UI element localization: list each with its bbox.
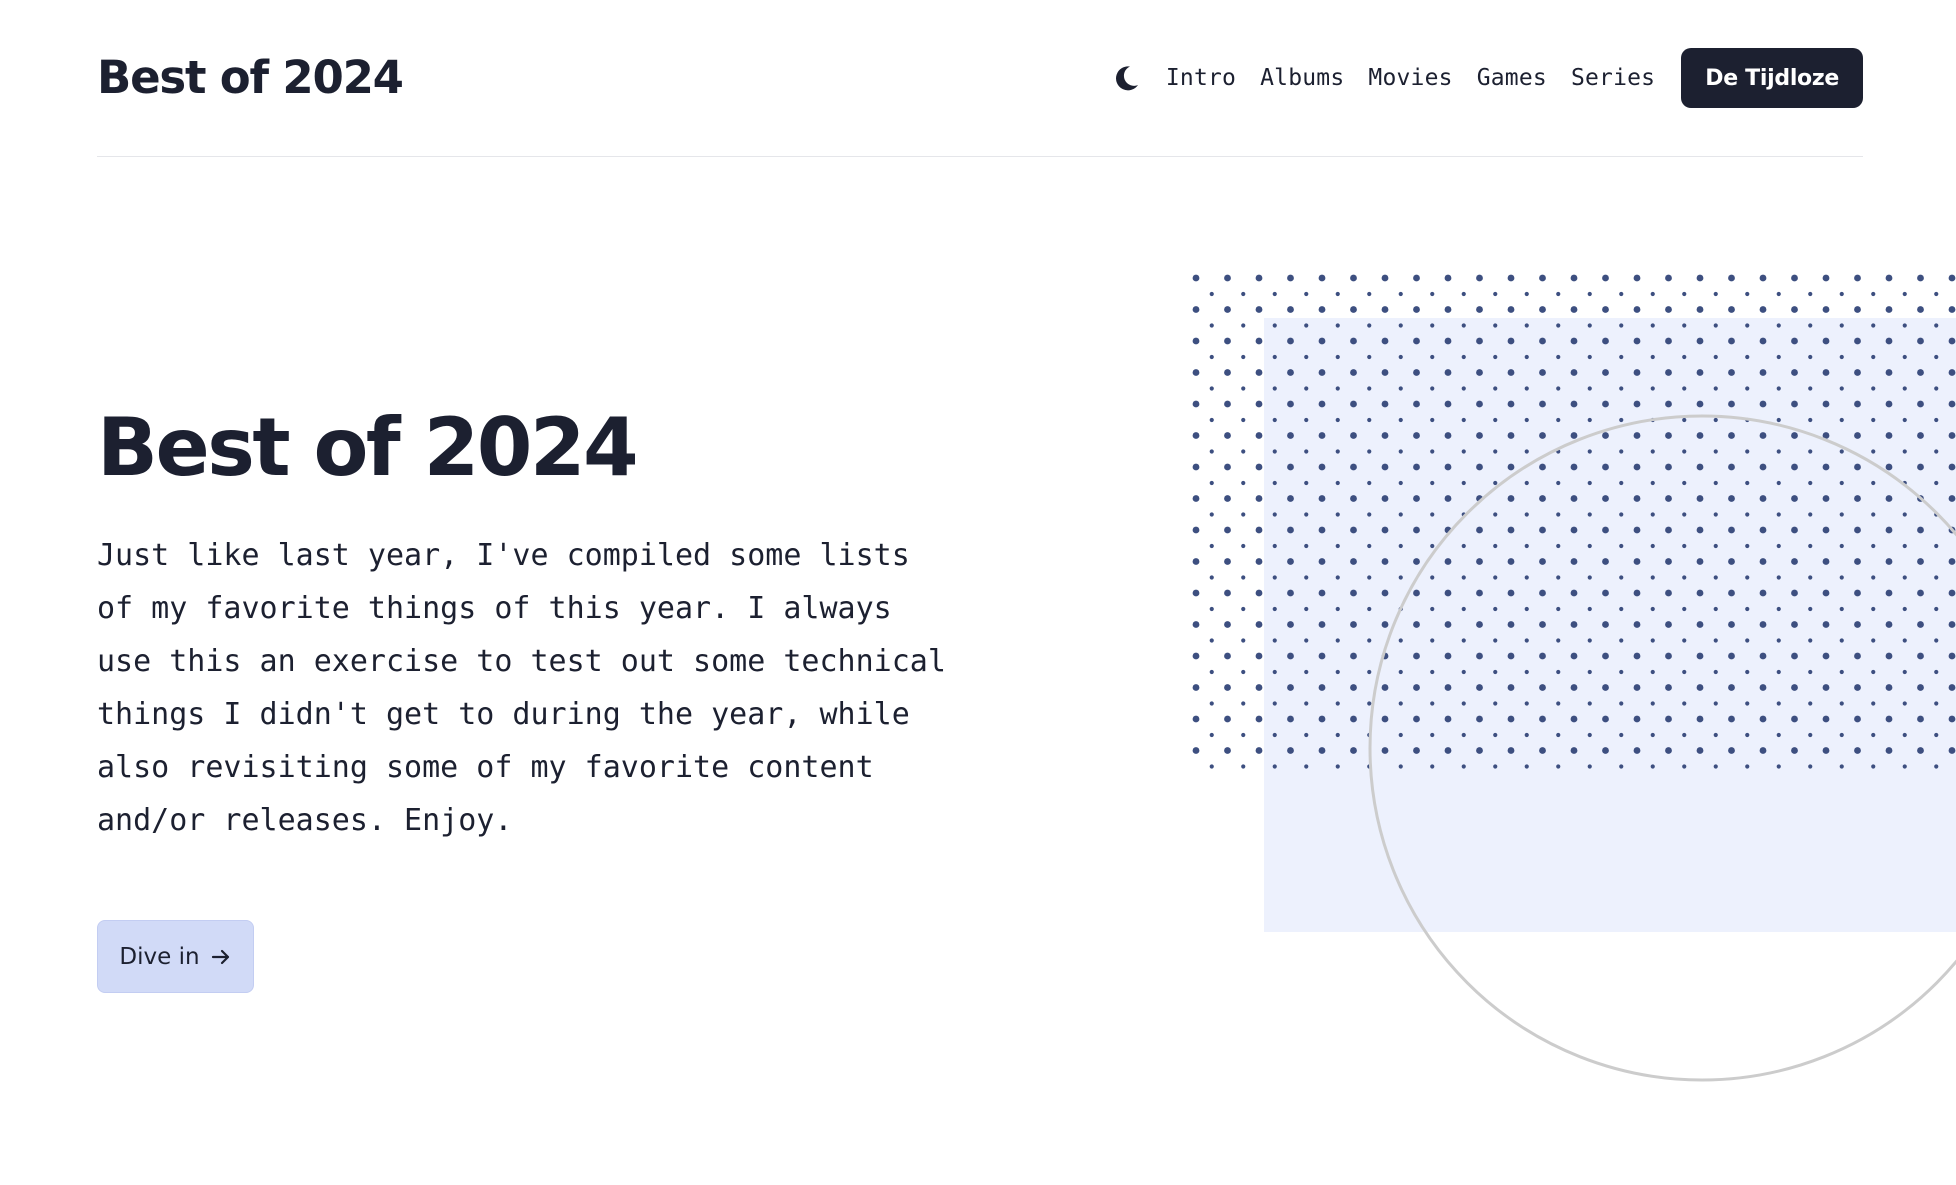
dive-in-button[interactable]: Dive in — [97, 920, 254, 993]
nav-link-albums[interactable]: Albums — [1260, 65, 1344, 91]
de-tijdloze-button[interactable]: De Tijdloze — [1681, 48, 1863, 108]
nav-link-games[interactable]: Games — [1477, 65, 1547, 91]
theme-toggle-button[interactable] — [1106, 58, 1146, 98]
hero-title: Best of 2024 — [97, 401, 639, 494]
hero-dot-pattern-art — [1192, 274, 1956, 1082]
hero-art-panel — [1264, 318, 1956, 932]
nav-link-series[interactable]: Series — [1571, 65, 1655, 91]
arrow-right-icon — [211, 949, 229, 964]
moon-icon — [1115, 66, 1138, 91]
page: Best of 2024 Intro Albums Movies Games S… — [0, 0, 1956, 1185]
nav-link-movies[interactable]: Movies — [1368, 65, 1452, 91]
site-brand[interactable]: Best of 2024 — [97, 48, 404, 108]
nav-link-intro[interactable]: Intro — [1166, 65, 1236, 91]
main-nav: Intro Albums Movies Games Series De Tijd… — [1106, 48, 1863, 108]
site-header: Best of 2024 Intro Albums Movies Games S… — [97, 0, 1863, 157]
hero-intro-text: Just like last year, I've compiled some … — [97, 538, 946, 838]
dive-in-label: Dive in — [119, 943, 200, 970]
